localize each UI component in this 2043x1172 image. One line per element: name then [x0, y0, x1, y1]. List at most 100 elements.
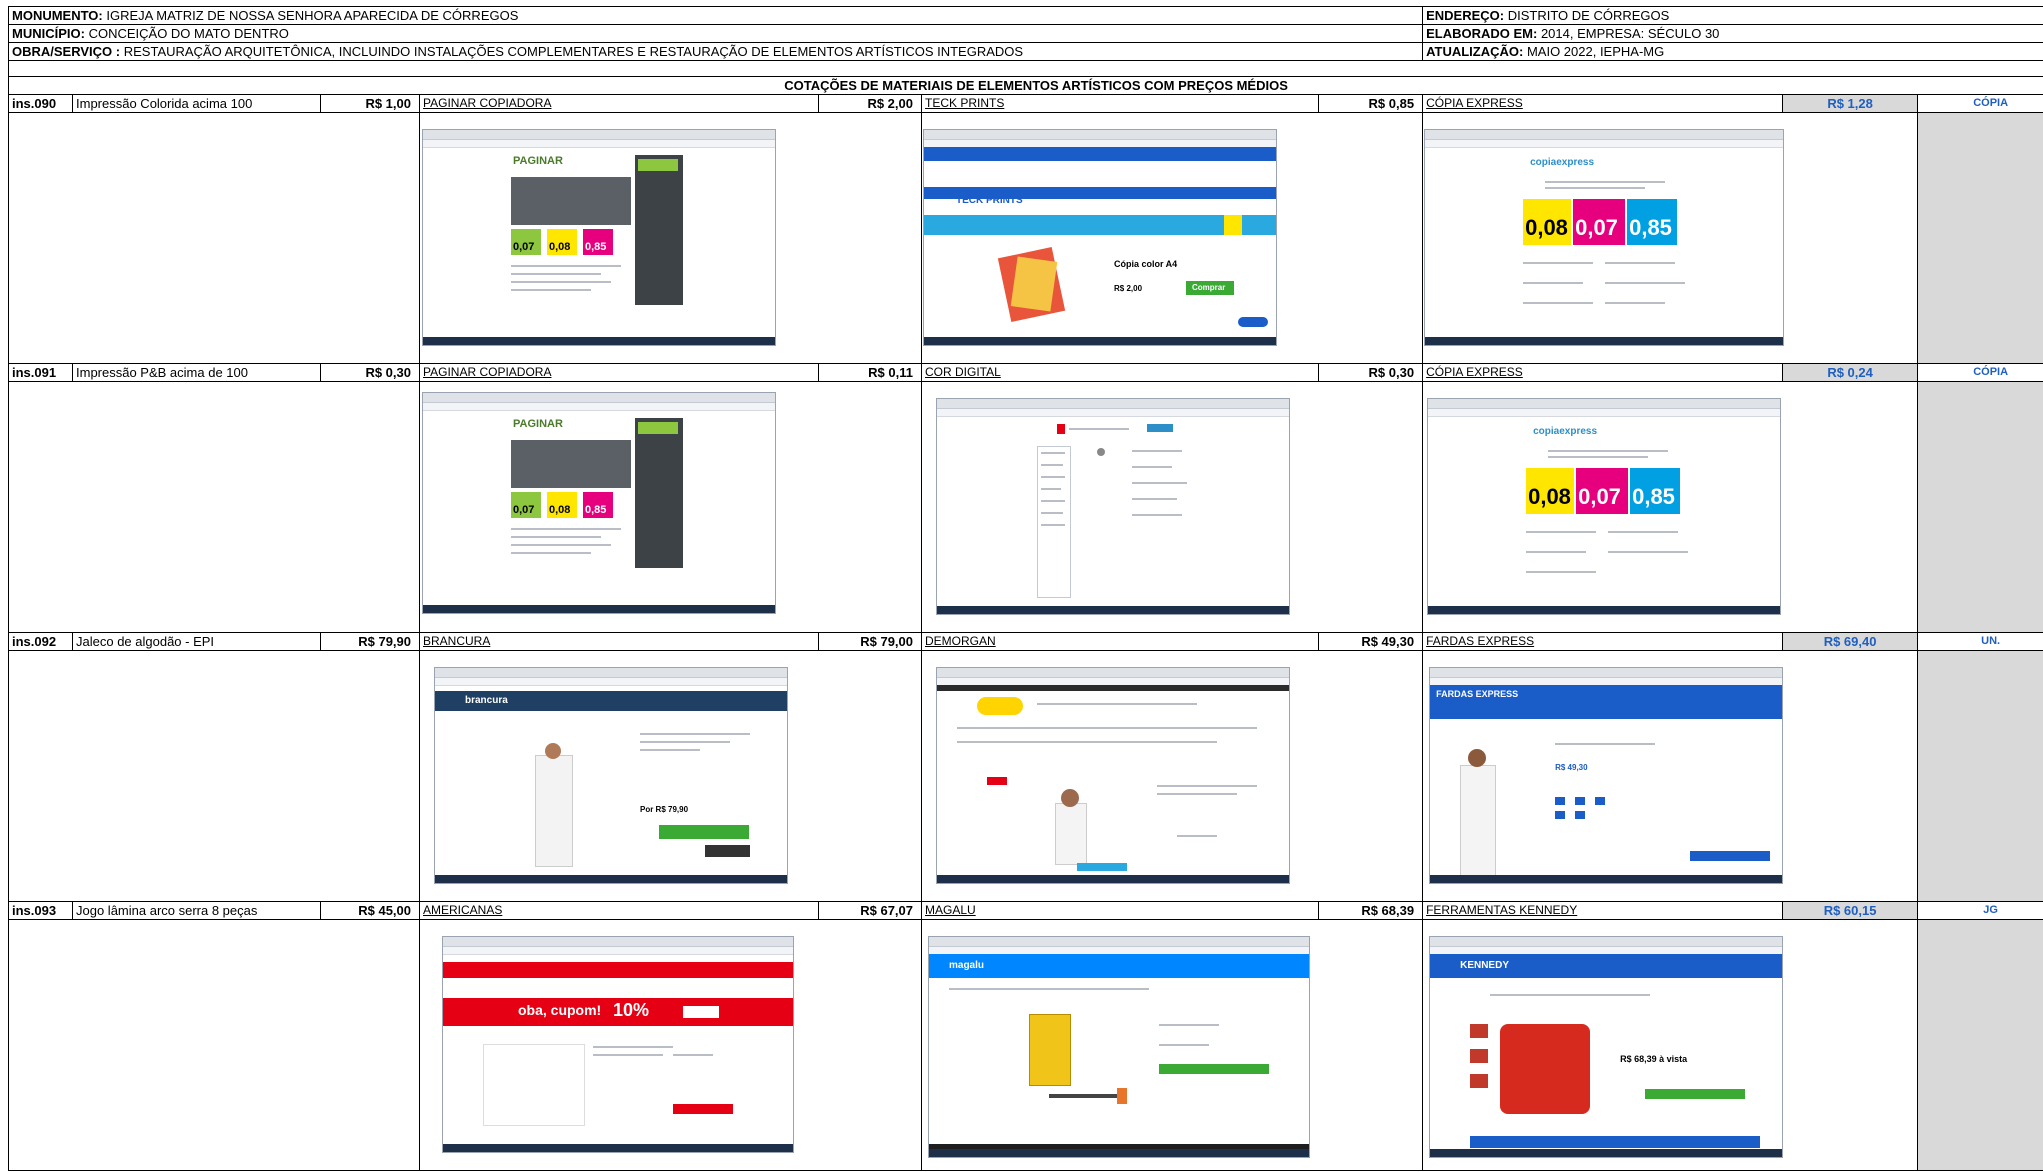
copia-express-logo: copiaexpress	[1533, 426, 1598, 437]
source-1-link[interactable]: BRANCURA	[419, 632, 819, 651]
price-2: R$ 2,00	[818, 94, 922, 113]
unit: CÓPIA	[1917, 94, 2043, 113]
kennedy-logo: KENNEDY	[1460, 960, 1509, 971]
kennedy-price: R$ 68,39 à vista	[1620, 1054, 1688, 1064]
source-2-link[interactable]: DEMORGAN	[921, 632, 1319, 651]
magalu-logo: magalu	[949, 960, 985, 971]
screenshot-row: oba, cupom! 10% magalu KENNEDY R$ 68,39 …	[8, 919, 2043, 1171]
item-code: ins.092	[8, 632, 73, 651]
average-fill	[1917, 112, 2043, 364]
paginar-screenshot[interactable]: PAGINAR 0,07 0,08 0,85	[422, 392, 776, 614]
blank-cell	[7, 60, 2043, 77]
item-code: ins.091	[8, 363, 73, 382]
price-3: R$ 0,85	[1317, 94, 1424, 113]
demorgan-screenshot[interactable]	[936, 667, 1290, 884]
source-3-link[interactable]: FERRAMENTAS KENNEDY	[1422, 901, 1784, 920]
item-description: Jaleco de algodão - EPI	[72, 632, 321, 651]
screenshot-cell	[920, 381, 1424, 633]
price-2: R$ 79,00	[818, 632, 922, 651]
item-description: Impressão Colorida acima 100	[72, 94, 321, 113]
brancura-price: Por R$ 79,90	[640, 805, 689, 814]
teck-buy-button[interactable]: Comprar	[1192, 283, 1225, 292]
item-row[interactable]: ins.093 Jogo lâmina arco serra 8 peças R…	[8, 901, 2043, 920]
endereco-label: ENDEREÇO:	[1426, 8, 1505, 23]
screenshot-cell: KENNEDY R$ 68,39 à vista	[1422, 919, 1919, 1171]
monumento-value: IGREJA MATRIZ DE NOSSA SENHORA APARECIDA…	[106, 8, 519, 23]
atualizacao-cell: ATUALIZAÇÃO: MAIO 2022, IEPHA-MG	[1422, 42, 2043, 61]
screenshot-cell: copiaexpress 0,08 0,07 0,85	[1422, 381, 1919, 633]
copia-express-logo: copiaexpress	[1530, 157, 1595, 168]
elaborado-value: 2014, EMPRESA: SÉCULO 30	[1540, 26, 1720, 41]
source-1-link[interactable]: PAGINAR COPIADORA	[419, 94, 819, 113]
municipio-label: MUNICÍPIO:	[12, 26, 85, 41]
monumento-cell: MONUMENTO: IGREJA MATRIZ DE NOSSA SENHOR…	[7, 6, 1424, 25]
source-3-link[interactable]: FARDAS EXPRESS	[1422, 632, 1784, 651]
municipio-cell: MUNICÍPIO: CONCEIÇÃO DO MATO DENTRO	[7, 24, 1424, 43]
average-fill	[1917, 650, 2043, 902]
price-3: R$ 49,30	[1317, 632, 1424, 651]
monumento-label: MONUMENTO:	[12, 8, 103, 23]
brancura-screenshot[interactable]: brancura Por R$ 79,90	[434, 667, 788, 884]
copia-price-1: 0,08	[1528, 484, 1571, 509]
paginar-logo: PAGINAR	[513, 155, 563, 167]
source-2-link[interactable]: COR DIGITAL	[921, 363, 1319, 382]
unit: JG	[1917, 901, 2043, 920]
paginar-price-2: 0,08	[549, 241, 571, 253]
item-description: Jogo lâmina arco serra 8 peças	[72, 901, 321, 920]
copia-price-3: 0,85	[1632, 484, 1675, 509]
screenshot-row: brancura Por R$ 79,90 FARDAS EXPRESS R$ …	[8, 650, 2043, 902]
elaborado-cell: ELABORADO EM: 2014, EMPRESA: SÉCULO 30	[1422, 24, 2043, 43]
fardas-express-screenshot[interactable]: FARDAS EXPRESS R$ 49,30	[1429, 667, 1784, 884]
obra-cell: OBRA/SERVIÇO : RESTAURAÇÃO ARQUITETÔNICA…	[7, 42, 1424, 61]
header-row-municipio: MUNICÍPIO: CONCEIÇÃO DO MATO DENTRO ELAB…	[7, 24, 2043, 43]
atualizacao-label: ATUALIZAÇÃO:	[1426, 44, 1524, 59]
price-3: R$ 0,30	[1317, 363, 1424, 382]
source-3-link[interactable]: CÓPIA EXPRESS	[1422, 94, 1784, 113]
screenshot-cell: TECK PRINTS Cópia color A4 R$ 2,00 Compr…	[920, 112, 1424, 364]
teck-product-price: R$ 2,00	[1114, 284, 1143, 293]
screenshot-cell: magalu	[920, 919, 1424, 1171]
price-1: R$ 1,00	[320, 94, 420, 113]
source-2-link[interactable]: TECK PRINTS	[921, 94, 1319, 113]
magalu-screenshot[interactable]: magalu	[928, 936, 1310, 1158]
paginar-price-3: 0,85	[585, 504, 607, 516]
paginar-price-2: 0,08	[549, 504, 571, 516]
source-1-link[interactable]: PAGINAR COPIADORA	[419, 363, 819, 382]
copia-price-3: 0,85	[1629, 215, 1672, 240]
atualizacao-value: MAIO 2022, IEPHA-MG	[1526, 44, 1665, 59]
copia-express-screenshot[interactable]: copiaexpress 0,08 0,07 0,85	[1424, 129, 1785, 346]
teck-product-title: Cópia color A4	[1114, 259, 1178, 269]
price-3: R$ 68,39	[1317, 901, 1424, 920]
paginar-price-3: 0,85	[585, 241, 607, 253]
teck-prints-screenshot[interactable]: TECK PRINTS Cópia color A4 R$ 2,00 Compr…	[923, 129, 1277, 346]
item-code: ins.090	[8, 94, 73, 113]
blank-row	[7, 60, 2043, 77]
header-row-monumento: MONUMENTO: IGREJA MATRIZ DE NOSSA SENHOR…	[7, 6, 2043, 25]
source-3-link[interactable]: CÓPIA EXPRESS	[1422, 363, 1784, 382]
americanas-promo: oba, cupom!	[518, 1002, 602, 1018]
price-2: R$ 67,07	[818, 901, 922, 920]
americanas-screenshot[interactable]: oba, cupom! 10%	[442, 936, 794, 1153]
screenshot-row: PAGINAR 0,07 0,08 0,85	[8, 112, 2043, 364]
source-1-link[interactable]: AMERICANAS	[419, 901, 819, 920]
item-row[interactable]: ins.091 Impressão P&B acima de 100 R$ 0,…	[8, 363, 2043, 382]
paginar-price-1: 0,07	[513, 504, 535, 516]
unit: UN.	[1917, 632, 2043, 651]
copia-price-2: 0,07	[1575, 215, 1618, 240]
screenshot-cell: oba, cupom! 10%	[419, 919, 922, 1171]
section-title-row: COTAÇÕES DE MATERIAIS DE ELEMENTOS ARTÍS…	[7, 76, 2043, 95]
item-row[interactable]: ins.092 Jaleco de algodão - EPI R$ 79,90…	[8, 632, 2043, 651]
ferramentas-kennedy-screenshot[interactable]: KENNEDY R$ 68,39 à vista	[1429, 936, 1784, 1158]
empty-cell	[8, 919, 420, 1171]
paginar-logo: PAGINAR	[513, 418, 563, 430]
copia-express-screenshot[interactable]: copiaexpress 0,08 0,07 0,85	[1427, 398, 1782, 615]
section-title: COTAÇÕES DE MATERIAIS DE ELEMENTOS ARTÍS…	[7, 76, 2043, 95]
price-1: R$ 45,00	[320, 901, 420, 920]
cor-digital-screenshot[interactable]	[936, 398, 1290, 615]
paginar-screenshot[interactable]: PAGINAR 0,07 0,08 0,85	[422, 129, 776, 346]
empty-cell	[8, 650, 420, 902]
item-row[interactable]: ins.090 Impressão Colorida acima 100 R$ …	[8, 94, 2043, 113]
source-2-link[interactable]: MAGALU	[921, 901, 1319, 920]
screenshot-cell: copiaexpress 0,08 0,07 0,85	[1422, 112, 1919, 364]
item-description: Impressão P&B acima de 100	[72, 363, 321, 382]
